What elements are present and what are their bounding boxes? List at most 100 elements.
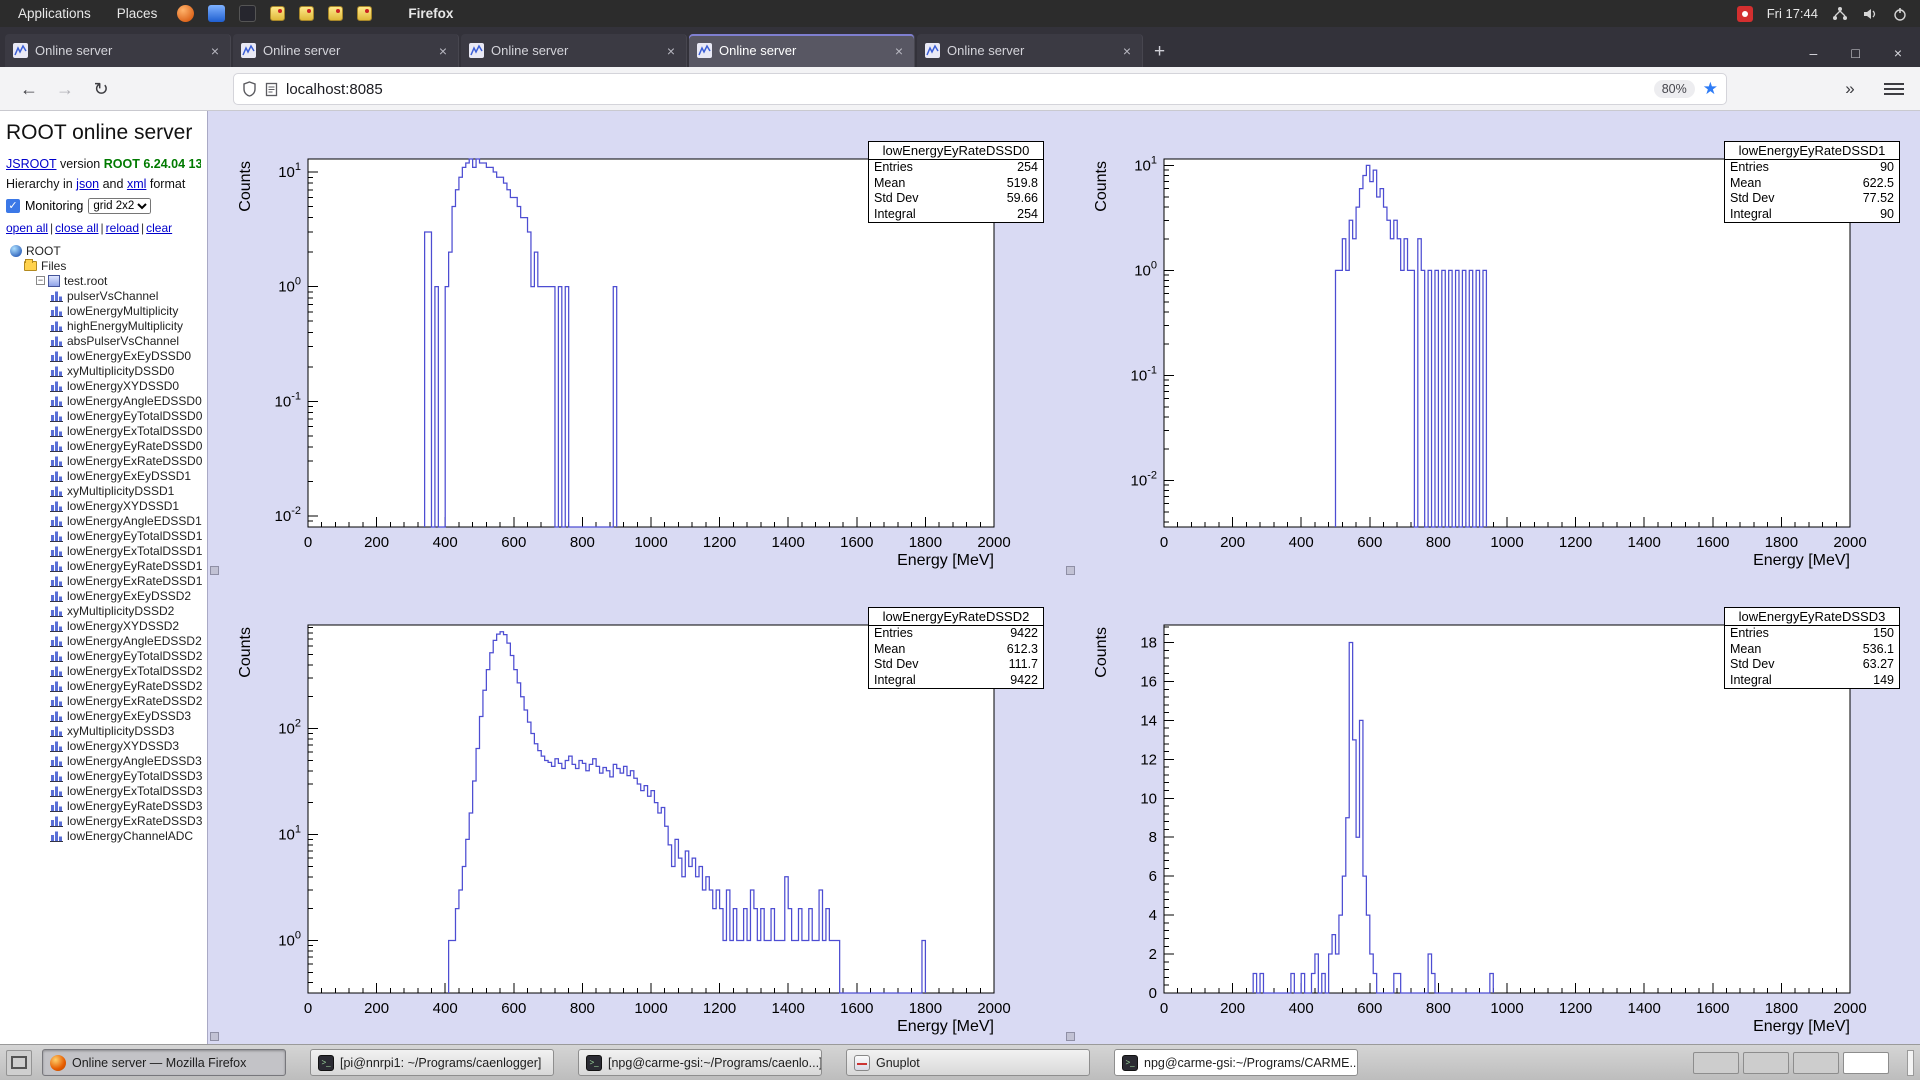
tree-item[interactable]: lowEnergyExEyDSSD2: [6, 588, 201, 603]
taskbar-window-button[interactable]: >_npg@carme-gsi:~/Programs/CARME...: [1114, 1049, 1358, 1076]
tree-item[interactable]: highEnergyMultiplicity: [6, 318, 201, 333]
back-button[interactable]: ←: [14, 75, 44, 105]
tree-item[interactable]: lowEnergyAngleEDSSD2: [6, 633, 201, 648]
tree-item[interactable]: lowEnergyExTotalDSSD3: [6, 783, 201, 798]
pad-resize-handle[interactable]: [1066, 566, 1075, 575]
forward-button[interactable]: →: [50, 75, 80, 105]
reload-link[interactable]: reload: [106, 221, 139, 235]
new-tab-button[interactable]: +: [1144, 41, 1175, 67]
tree-item[interactable]: absPulserVsChannel: [6, 333, 201, 348]
stats-box[interactable]: lowEnergyEyRateDSSD1 Entries90 Mean622.5…: [1724, 141, 1900, 223]
file-manager-icon[interactable]: [208, 5, 225, 22]
tree-item[interactable]: lowEnergyEyTotalDSSD0: [6, 408, 201, 423]
close-button[interactable]: ×: [1894, 45, 1902, 61]
network-icon[interactable]: [1832, 6, 1848, 22]
tree-item[interactable]: pulserVsChannel: [6, 288, 201, 303]
tree-item[interactable]: lowEnergyExTotalDSSD1: [6, 543, 201, 558]
tree-item[interactable]: lowEnergyExRateDSSD0: [6, 453, 201, 468]
tree-item[interactable]: lowEnergyExRateDSSD1: [6, 573, 201, 588]
tree-item[interactable]: lowEnergyMultiplicity: [6, 303, 201, 318]
overflow-menu-icon[interactable]: »: [1836, 75, 1864, 103]
taskbar-window-button[interactable]: Online server — Mozilla Firefox: [42, 1049, 286, 1076]
stats-box[interactable]: lowEnergyEyRateDSSD2 Entries9422 Mean612…: [868, 607, 1044, 689]
tree-item[interactable]: lowEnergyAngleEDSSD1: [6, 513, 201, 528]
tree-item[interactable]: lowEnergyEyTotalDSSD2: [6, 648, 201, 663]
close-all-link[interactable]: close all: [55, 221, 98, 235]
shield-icon[interactable]: [242, 81, 257, 97]
tree-item[interactable]: lowEnergyExEyDSSD0: [6, 348, 201, 363]
tree-item[interactable]: xyMultiplicityDSSD0: [6, 363, 201, 378]
panel-launcher-icon[interactable]: [177, 5, 194, 22]
plot-pad-dssd0[interactable]: 020040060080010001200140016001800200010-…: [208, 111, 1064, 577]
pad-resize-handle[interactable]: [210, 1032, 219, 1041]
panel-app-icon[interactable]: [357, 6, 372, 21]
taskbar-window-button[interactable]: Gnuplot: [846, 1049, 1090, 1076]
jsroot-link[interactable]: JSROOT: [6, 157, 56, 171]
tree-item[interactable]: xyMultiplicityDSSD3: [6, 723, 201, 738]
taskbar-window-button[interactable]: >_[npg@carme-gsi:~/Programs/caenlo...]: [578, 1049, 822, 1076]
stats-box[interactable]: lowEnergyEyRateDSSD0 Entries254 Mean519.…: [868, 141, 1044, 223]
workspace-cell[interactable]: [1793, 1052, 1839, 1074]
browser-tab[interactable]: Online server×: [5, 34, 231, 67]
pad-resize-handle[interactable]: [1066, 1032, 1075, 1041]
tree-item[interactable]: lowEnergyAngleEDSSD3: [6, 753, 201, 768]
plot-pad-dssd1[interactable]: 020040060080010001200140016001800200010-…: [1064, 111, 1920, 577]
tree-node-file[interactable]: − test.root: [6, 273, 201, 288]
tree-node-files[interactable]: Files: [6, 258, 201, 273]
json-link[interactable]: json: [76, 177, 99, 191]
browser-tab[interactable]: Online server×: [917, 34, 1143, 67]
workspace-cell[interactable]: [1843, 1052, 1889, 1074]
tree-node-root[interactable]: ROOT: [6, 243, 201, 258]
tree-item[interactable]: lowEnergyExEyDSSD3: [6, 708, 201, 723]
show-desktop-button[interactable]: [6, 1050, 32, 1076]
collapse-icon[interactable]: −: [36, 276, 45, 285]
browser-tab[interactable]: Online server×: [233, 34, 459, 67]
tree-item[interactable]: lowEnergyExTotalDSSD2: [6, 663, 201, 678]
page-info-icon[interactable]: [265, 82, 278, 97]
edge-strip[interactable]: [1907, 1050, 1914, 1076]
screen-recorder-icon[interactable]: [1737, 6, 1753, 22]
monitoring-checkbox[interactable]: ✓: [6, 199, 20, 213]
panel-app-icon[interactable]: [299, 6, 314, 21]
panel-app-icon[interactable]: [328, 6, 343, 21]
workspace-cell[interactable]: [1743, 1052, 1789, 1074]
zoom-indicator[interactable]: 80%: [1654, 80, 1695, 98]
tree-item[interactable]: xyMultiplicityDSSD1: [6, 483, 201, 498]
bookmark-star-icon[interactable]: ★: [1703, 79, 1718, 99]
xml-link[interactable]: xml: [127, 177, 146, 191]
tree-item[interactable]: lowEnergyXYDSSD3: [6, 738, 201, 753]
tree-item[interactable]: lowEnergyEyRateDSSD3: [6, 798, 201, 813]
tree-item[interactable]: lowEnergyEyRateDSSD1: [6, 558, 201, 573]
tab-close-icon[interactable]: ×: [436, 43, 450, 59]
url-text[interactable]: localhost:8085: [286, 81, 1646, 98]
applications-menu[interactable]: Applications: [12, 6, 97, 21]
hamburger-menu-icon[interactable]: [1884, 80, 1904, 98]
tree-item[interactable]: lowEnergyExRateDSSD2: [6, 693, 201, 708]
tree-item[interactable]: lowEnergyXYDSSD1: [6, 498, 201, 513]
browser-tab[interactable]: Online server×: [689, 34, 915, 67]
open-all-link[interactable]: open all: [6, 221, 48, 235]
maximize-button[interactable]: □: [1851, 45, 1859, 61]
places-menu[interactable]: Places: [111, 6, 164, 21]
tree-item[interactable]: lowEnergyExEyDSSD1: [6, 468, 201, 483]
taskbar-window-button[interactable]: >_[pi@nnrpi1: ~/Programs/caenlogger]: [310, 1049, 554, 1076]
clear-link[interactable]: clear: [146, 221, 172, 235]
tab-close-icon[interactable]: ×: [664, 43, 678, 59]
terminal-icon[interactable]: [239, 5, 256, 22]
workspace-cell[interactable]: [1693, 1052, 1739, 1074]
reload-button[interactable]: ↻: [86, 75, 116, 105]
panel-app-icon[interactable]: [270, 6, 285, 21]
tab-close-icon[interactable]: ×: [208, 43, 222, 59]
pad-resize-handle[interactable]: [210, 566, 219, 575]
tree-item[interactable]: lowEnergyExRateDSSD3: [6, 813, 201, 828]
power-icon[interactable]: [1892, 6, 1908, 22]
tab-close-icon[interactable]: ×: [892, 43, 906, 59]
stats-box[interactable]: lowEnergyEyRateDSSD3 Entries150 Mean536.…: [1724, 607, 1900, 689]
tree-item[interactable]: lowEnergyChannelADC: [6, 828, 201, 843]
minimize-button[interactable]: –: [1810, 45, 1818, 61]
tree-item[interactable]: lowEnergyXYDSSD2: [6, 618, 201, 633]
layout-select[interactable]: grid 2x2: [88, 198, 151, 214]
plot-pad-dssd2[interactable]: 0200400600800100012001400160018002000100…: [208, 577, 1064, 1043]
tree-item[interactable]: lowEnergyXYDSSD0: [6, 378, 201, 393]
tree-item[interactable]: lowEnergyEyRateDSSD2: [6, 678, 201, 693]
